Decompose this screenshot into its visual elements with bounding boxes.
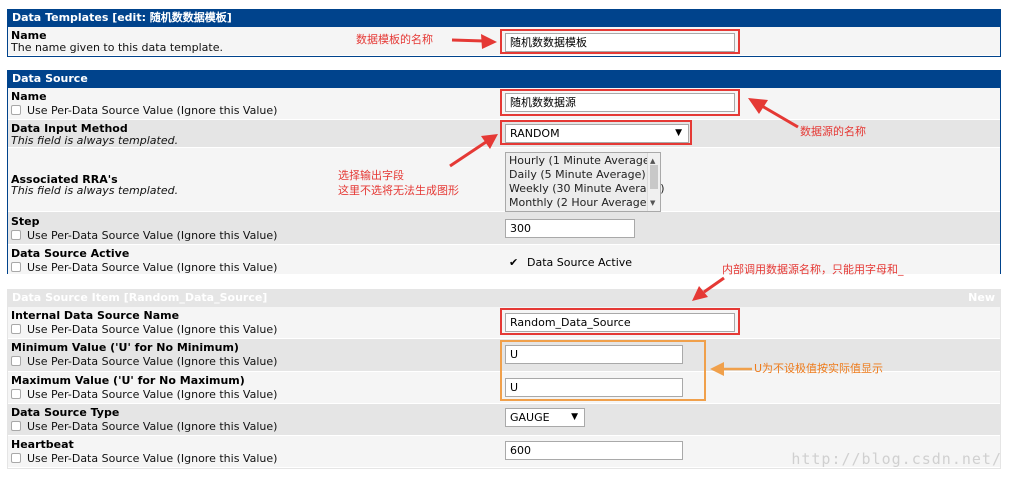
annotation-arrows (449, 34, 799, 376)
arrow-template-name (451, 34, 497, 49)
arrow-ds-name (748, 98, 799, 129)
arrow-internal-name (692, 276, 725, 301)
arrow-u-value (710, 362, 752, 376)
arrow-select-field (449, 134, 498, 168)
watermark: http://blog.csdn.net/ (791, 450, 1002, 468)
